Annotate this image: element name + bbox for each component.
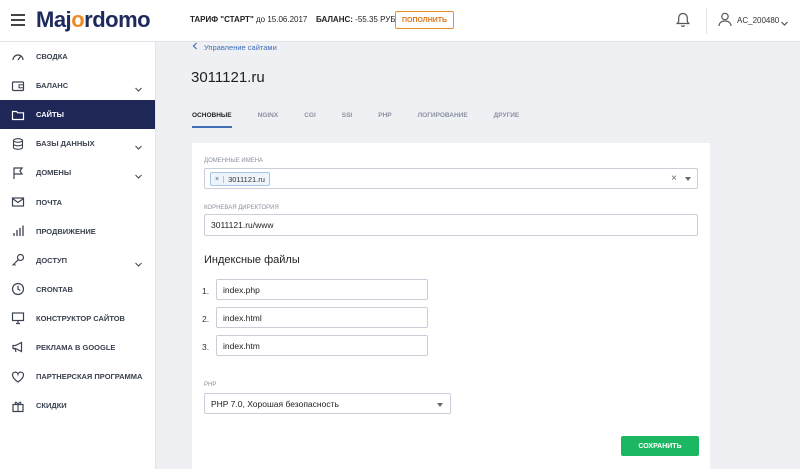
gift-icon bbox=[11, 399, 25, 413]
root-dir-input[interactable]: 3011121.ru/www bbox=[204, 214, 698, 236]
bell-icon[interactable] bbox=[676, 12, 690, 33]
sidebar-item-domains[interactable]: ДОМЕНЫ bbox=[0, 158, 155, 187]
sidebar-item-sites[interactable]: САЙТЫ bbox=[0, 100, 155, 130]
chevron-down-icon[interactable] bbox=[134, 81, 143, 99]
tariff-until: до 15.06.2017 bbox=[255, 15, 308, 24]
index-file-input[interactable]: index.html bbox=[216, 307, 428, 328]
page-title: 3011121.ru bbox=[191, 69, 265, 86]
account-name[interactable]: AC_200480 bbox=[737, 16, 779, 25]
index-number: 2. bbox=[202, 314, 210, 324]
tag-remove-icon[interactable]: × bbox=[211, 175, 225, 183]
sidebar-item-label: БАЛАНС bbox=[36, 81, 69, 91]
tab-other[interactable]: ДРУГИЕ bbox=[494, 112, 520, 128]
domain-tag: × 3011121.ru bbox=[210, 172, 270, 186]
php-version-value: PHP 7.0, Хорошая безопасность bbox=[211, 398, 339, 409]
chevron-down-icon[interactable] bbox=[134, 168, 143, 186]
sidebar-item-label: СВОДКА bbox=[36, 52, 68, 62]
header-divider bbox=[706, 8, 707, 34]
tab-main[interactable]: ОСНОВНЫЕ bbox=[192, 112, 232, 128]
sidebar-item-label: САЙТЫ bbox=[36, 110, 64, 120]
tariff-info: ТАРИФ "СТАРТ" до 15.06.2017 bbox=[190, 15, 307, 24]
flag-icon bbox=[11, 166, 25, 180]
sidebar-item-google-ads[interactable]: РЕКЛАМА В GOOGLE bbox=[0, 333, 155, 362]
chevron-down-icon[interactable] bbox=[134, 256, 143, 274]
tab-bar: ОСНОВНЫЕ NGINX CGI SSI PHP ЛОГИРОВАНИЕ Д… bbox=[192, 112, 545, 128]
sidebar-item-discounts[interactable]: СКИДКИ bbox=[0, 391, 155, 420]
top-bar: Majordomo ТАРИФ "СТАРТ" до 15.06.2017 БА… bbox=[0, 0, 800, 42]
php-label: PHP bbox=[204, 382, 217, 388]
caret-down-icon[interactable] bbox=[685, 177, 691, 181]
sidebar-item-summary[interactable]: СВОДКА bbox=[0, 42, 155, 71]
tab-logging[interactable]: ЛОГИРОВАНИЕ bbox=[418, 112, 468, 128]
key-icon bbox=[11, 253, 25, 267]
monitor-icon bbox=[11, 311, 25, 325]
tab-cgi[interactable]: CGI bbox=[304, 112, 316, 128]
wallet-icon bbox=[11, 79, 25, 93]
sidebar-item-label: CRONTAB bbox=[36, 284, 73, 294]
domain-tag-label: 3011121.ru bbox=[228, 174, 265, 184]
tab-ssi[interactable]: SSI bbox=[342, 112, 352, 128]
sidebar-item-label: РЕКЛАМА В GOOGLE bbox=[36, 342, 116, 352]
sidebar-item-mail[interactable]: ПОЧТА bbox=[0, 187, 155, 216]
menu-icon[interactable] bbox=[11, 14, 25, 26]
tab-php[interactable]: PHP bbox=[378, 112, 391, 128]
sidebar-item-label: ПАРТНЕРСКАЯ ПРОГРАММА bbox=[36, 372, 143, 382]
sidebar-item-crontab[interactable]: CRONTAB bbox=[0, 275, 155, 304]
caret-down-icon[interactable] bbox=[437, 403, 443, 407]
tab-nginx[interactable]: NGINX bbox=[258, 112, 279, 128]
sidebar-item-databases[interactable]: БАЗЫ ДАННЫХ bbox=[0, 129, 155, 158]
megaphone-icon bbox=[11, 340, 25, 354]
index-number: 1. bbox=[202, 286, 210, 296]
mail-icon bbox=[11, 195, 25, 209]
domains-select[interactable]: × 3011121.ru × bbox=[204, 168, 698, 189]
sidebar-item-access[interactable]: ДОСТУП bbox=[0, 246, 155, 275]
topup-button[interactable]: ПОПОЛНИТЬ bbox=[395, 11, 455, 29]
index-file-input[interactable]: index.php bbox=[216, 279, 428, 300]
database-icon bbox=[11, 137, 25, 151]
php-version-select[interactable]: PHP 7.0, Хорошая безопасность bbox=[204, 393, 451, 414]
root-dir-label: КОРНЕВАЯ ДИРЕКТОРИЯ bbox=[204, 205, 279, 211]
index-files-title: Индексные файлы bbox=[204, 254, 300, 266]
sidebar-item-label: БАЗЫ ДАННЫХ bbox=[36, 139, 95, 149]
clock-icon bbox=[11, 282, 25, 296]
tariff-label: ТАРИФ "СТАРТ" bbox=[190, 15, 254, 24]
breadcrumb-link[interactable]: Управление сайтами bbox=[204, 43, 277, 52]
sidebar-item-label: ПРОДВИЖЕНИЕ bbox=[36, 226, 96, 236]
save-button[interactable]: СОХРАНИТЬ bbox=[621, 436, 699, 456]
sidebar-item-balance[interactable]: БАЛАНС bbox=[0, 71, 155, 100]
sidebar-item-partners[interactable]: ПАРТНЕРСКАЯ ПРОГРАММА bbox=[0, 362, 155, 391]
balance-info: БАЛАНС: -55.35 РУБ. bbox=[316, 15, 398, 24]
folder-icon bbox=[11, 108, 25, 122]
chevron-down-icon[interactable] bbox=[780, 15, 789, 33]
balance-value: -55.35 РУБ. bbox=[355, 15, 398, 24]
clear-icon[interactable]: × bbox=[671, 173, 677, 184]
sidebar-item-label: ПОЧТА bbox=[36, 197, 63, 207]
sidebar-item-label: СКИДКИ bbox=[36, 401, 67, 411]
heart-icon bbox=[11, 370, 25, 384]
balance-label: БАЛАНС: bbox=[316, 15, 353, 24]
chevron-left-icon bbox=[192, 42, 198, 52]
index-file-input[interactable]: index.htm bbox=[216, 335, 428, 356]
settings-card: ДОМЕННЫЕ ИМЕНА × 3011121.ru × КОРНЕВАЯ Д… bbox=[192, 143, 710, 469]
sidebar: СВОДКА БАЛАНС САЙТЫ БАЗЫ ДАННЫХ ДОМЕНЫ П… bbox=[0, 42, 156, 469]
domains-label: ДОМЕННЫЕ ИМЕНА bbox=[204, 158, 264, 164]
speedometer-icon bbox=[11, 50, 25, 64]
breadcrumb[interactable]: Управление сайтами bbox=[192, 42, 277, 52]
index-number: 3. bbox=[202, 342, 210, 352]
chevron-down-icon[interactable] bbox=[134, 139, 143, 157]
sidebar-item-promotion[interactable]: ПРОДВИЖЕНИЕ bbox=[0, 217, 155, 246]
sidebar-item-label: КОНСТРУКТОР САЙТОВ bbox=[36, 313, 125, 323]
logo[interactable]: Majordomo bbox=[36, 7, 151, 33]
sidebar-item-label: ДОМЕНЫ bbox=[36, 168, 72, 178]
bar-chart-icon bbox=[11, 224, 25, 238]
sidebar-item-label: ДОСТУП bbox=[36, 255, 68, 265]
user-icon[interactable] bbox=[718, 12, 732, 32]
sidebar-item-site-builder[interactable]: КОНСТРУКТОР САЙТОВ bbox=[0, 304, 155, 333]
